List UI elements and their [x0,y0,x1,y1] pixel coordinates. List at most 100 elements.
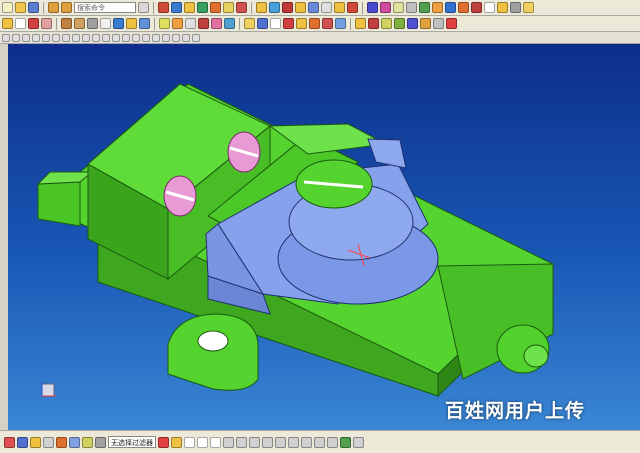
snap-grid-icon[interactable] [72,33,80,42]
dimension-icon[interactable] [262,436,273,448]
new-file-icon[interactable] [2,2,13,13]
redo-icon[interactable] [61,2,72,13]
snap-existing-point-icon[interactable] [112,33,120,42]
coordinate-system-icon[interactable] [419,2,430,13]
layer-icon[interactable] [367,2,378,13]
color-icon[interactable] [380,2,391,13]
snap-bounding-box-icon[interactable] [132,33,140,42]
front-view-icon[interactable] [309,18,320,29]
boolean-intersect-icon[interactable] [139,18,150,29]
layer-select-icon[interactable] [56,436,67,448]
right-view-icon[interactable] [335,18,346,29]
datum-axis-icon[interactable] [406,2,417,13]
pattern-curve-icon[interactable] [327,436,338,448]
snap-perpendicular-icon[interactable] [62,33,70,42]
pattern-icon[interactable] [256,2,267,13]
sphere-icon[interactable] [100,18,111,29]
line-icon[interactable] [15,18,26,29]
spline-icon[interactable] [171,436,182,448]
grid-toggle-icon[interactable] [353,436,364,448]
wireframe-view-icon[interactable] [270,18,281,29]
render-icon[interactable] [497,2,508,13]
rectangle-icon[interactable] [28,18,39,29]
top-view-icon[interactable] [322,18,333,29]
radius-icon[interactable] [407,18,418,29]
selection-filter-select[interactable]: 无选择过滤器 [108,436,156,448]
datum-plane-icon[interactable] [393,2,404,13]
view-icon[interactable] [308,2,319,13]
snap-on-curve-icon[interactable] [122,33,130,42]
constraint-icon[interactable] [275,436,286,448]
draft-icon[interactable] [198,18,209,29]
extrude-icon[interactable] [171,2,182,13]
mirror-curve-icon[interactable] [314,436,325,448]
cone-icon[interactable] [87,18,98,29]
print-icon[interactable] [433,18,444,29]
snap-pole-icon[interactable] [152,33,160,42]
rect-sketch-icon[interactable] [197,436,208,448]
shell-icon[interactable] [236,2,247,13]
snap-arc-center-icon[interactable] [102,33,110,42]
distance-icon[interactable] [381,18,392,29]
invert-icon[interactable] [95,436,106,448]
thread-icon[interactable] [185,18,196,29]
close-icon[interactable] [446,18,457,29]
interference-icon[interactable] [368,18,379,29]
undo-icon[interactable] [48,2,59,13]
split-body-icon[interactable] [224,18,235,29]
edge-blend-icon[interactable] [159,18,170,29]
arc-icon[interactable] [158,436,169,448]
fit-view-icon[interactable] [244,18,255,29]
offset-face-icon[interactable] [211,18,222,29]
extend-icon[interactable] [249,436,260,448]
assembly-icon[interactable] [471,2,482,13]
rotate-icon[interactable] [334,2,345,13]
offset-curve-icon[interactable] [288,436,299,448]
hide-icon[interactable] [82,436,93,448]
section-view-icon[interactable] [283,18,294,29]
snap-tangent-icon[interactable] [52,33,60,42]
project-curve-icon[interactable] [301,436,312,448]
zoom-icon[interactable] [321,2,332,13]
mirror-icon[interactable] [269,2,280,13]
snap-face-icon[interactable] [82,33,90,42]
snap-control-point-icon[interactable] [142,33,150,42]
search-icon[interactable] [138,2,149,13]
snap-options-icon[interactable] [182,33,190,42]
export-icon[interactable] [420,18,431,29]
boolean-unite-icon[interactable] [113,18,124,29]
show-icon[interactable] [69,436,80,448]
help-icon[interactable] [523,2,534,13]
revolve-icon[interactable] [184,2,195,13]
vise-model[interactable] [8,44,640,430]
sketch-icon[interactable] [158,2,169,13]
mass-properties-icon[interactable] [355,18,366,29]
point-icon[interactable] [432,2,443,13]
save-icon[interactable] [28,2,39,13]
blend-icon[interactable] [210,2,221,13]
snap-center-icon[interactable] [22,33,30,42]
polygon-icon[interactable] [210,436,221,448]
isometric-view-icon[interactable] [296,18,307,29]
snap-endpoint-icon[interactable] [2,33,10,42]
measure-icon[interactable] [282,2,293,13]
drawing-icon[interactable] [484,2,495,13]
circle-icon[interactable] [41,18,52,29]
command-search-input[interactable]: 搜索命令 [74,2,136,13]
pan-icon[interactable] [347,2,358,13]
snap-quadrant-icon[interactable] [32,33,40,42]
graphics-viewport[interactable] [8,44,640,430]
block-icon[interactable] [61,18,72,29]
snap-intersection-icon[interactable] [42,33,50,42]
hole-icon[interactable] [197,2,208,13]
surface-icon[interactable] [458,2,469,13]
snap-midpoint-icon[interactable] [12,33,20,42]
shaded-view-icon[interactable] [257,18,268,29]
settings-icon[interactable] [510,2,521,13]
snap-toggle-icon[interactable] [162,33,170,42]
snap-point-icon[interactable] [92,33,100,42]
snap-reset-icon[interactable] [172,33,180,42]
angle-icon[interactable] [394,18,405,29]
menu-icon[interactable] [4,436,15,448]
trim-icon[interactable] [236,436,247,448]
